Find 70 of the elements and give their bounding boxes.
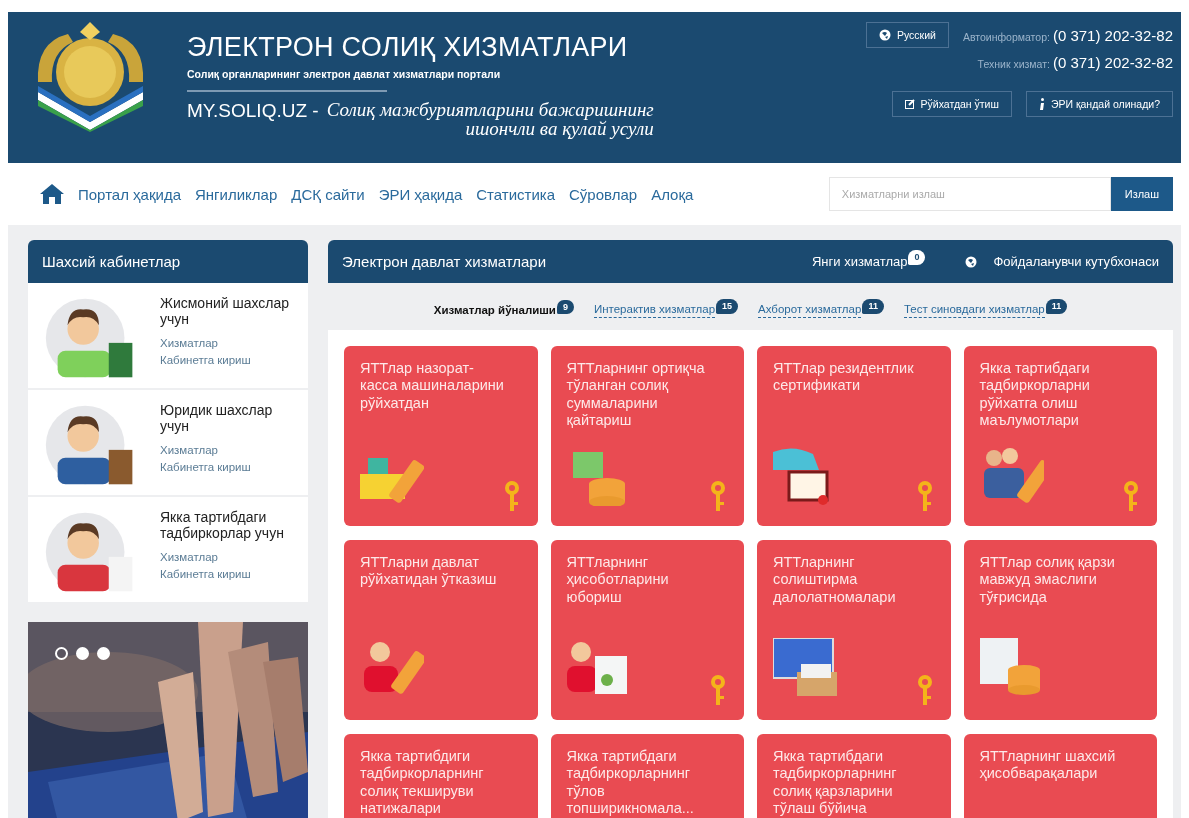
tile-title: Якка тартибдаги тадбиркорларнинг солиқ қарзларини тўлаш бўйича bbox=[773, 748, 898, 818]
contact-label: Техник хизмат: (0 371) 202-32-82 bbox=[977, 54, 1173, 71]
nav-link[interactable]: Сўровлар bbox=[569, 185, 638, 203]
cabinet-link[interactable]: Хизматлар bbox=[160, 442, 300, 459]
site-address: MY.SOLIQ.UZ - bbox=[187, 100, 319, 122]
service-tile[interactable]: Якка тартибдаги тадбиркорларнинг тўлов топширикномала... bbox=[550, 734, 744, 818]
tile-title: ЯТТлар назорат-касса машиналарини рўйхатдан bbox=[360, 360, 505, 413]
cabinet-link[interactable]: Кабинетга кириш bbox=[160, 351, 300, 369]
tile-title: ЯТТлар резидентлик сертификати bbox=[773, 360, 915, 395]
service-tab[interactable]: Хизматлар йўналиши bbox=[433, 303, 556, 318]
count-badge: 0 bbox=[908, 250, 926, 265]
tile-title: Якка тартибдиги тадбиркорларнинг солиқ текшируви натижалари bbox=[360, 748, 485, 818]
service-tile[interactable]: ЯТТларнинг ортиқча тўланган солиқ суммаларини қайтариш bbox=[550, 346, 744, 526]
info-icon bbox=[1038, 98, 1045, 110]
language-button[interactable]: Русский bbox=[865, 22, 949, 48]
service-tile[interactable]: ЯТТларнинг ҳисоботларини юбориш bbox=[550, 540, 744, 720]
service-tile[interactable]: ЯТТларнинг шахсий ҳисобварақалари bbox=[963, 734, 1157, 818]
service-tab[interactable]: Интерактив хизматлар bbox=[593, 303, 716, 318]
service-tile[interactable]: Якка тартибдиги тадбиркорларнинг солиқ текшируви натижалари bbox=[344, 734, 538, 818]
panel-title: Шахсий кабинетлар bbox=[42, 253, 181, 270]
tile-title: ЯТТларни давлат рўйхатидан ўтказиш bbox=[360, 554, 498, 589]
count-badge: 11 bbox=[1045, 299, 1068, 314]
nav-link[interactable]: ЭРИ ҳақида bbox=[378, 185, 463, 203]
contact-label: Автоинформатор: (0 371) 202-32-82 bbox=[962, 26, 1173, 44]
panel-title: Электрон давлат хизматлари bbox=[342, 253, 547, 270]
nav-link[interactable]: Статистика bbox=[476, 185, 556, 203]
tile-title: ЯТТларнинг шахсий ҳисобварақалари bbox=[979, 748, 1117, 783]
service-tab[interactable]: Ахборот хизматлар bbox=[758, 303, 862, 318]
globe-icon bbox=[878, 29, 891, 41]
service-tab[interactable]: Тест синовдаги хизматлар bbox=[903, 303, 1045, 318]
globe-icon bbox=[965, 255, 978, 268]
nav-link[interactable]: Портал ҳақида bbox=[78, 185, 181, 203]
site-subtitle: Солиқ органларининг электрон давлат хизматлари портали bbox=[187, 68, 501, 80]
nav-link[interactable]: Алоқа bbox=[651, 185, 694, 203]
cabinet-link[interactable]: Кабинетга кириш bbox=[160, 458, 300, 476]
tile-title: Якка тартибдаги тадбиркорларни рўйхатга олиш маълумотлари bbox=[979, 360, 1091, 430]
service-tile[interactable]: ЯТТларни давлат рўйхатидан ўтказиш bbox=[344, 540, 538, 720]
header-button[interactable]: Рўйхатдан ўтиш bbox=[891, 91, 1012, 117]
slide-dot[interactable] bbox=[55, 647, 68, 660]
cabinet-link[interactable]: Кабинетга кириш bbox=[160, 565, 300, 583]
library-link[interactable]: Фойдаланувчи кутубхонаси bbox=[993, 254, 1159, 269]
new-services-link[interactable]: Янги хизматлар bbox=[811, 254, 908, 269]
tile-title: ЯТТларнинг солиштирма далолатномалари bbox=[773, 554, 897, 607]
service-tile[interactable]: ЯТТлар солиқ қарзи мавжуд эмаслиги тўғрисида bbox=[963, 540, 1157, 720]
count-badge: 9 bbox=[556, 299, 574, 315]
site-title: ЭЛЕКТРОН СОЛИҚ ХИЗМАТЛАРИ bbox=[187, 32, 629, 63]
cabinet-link[interactable]: Хизматлар bbox=[160, 335, 300, 352]
search-field[interactable]: Хизматларни излаш bbox=[828, 177, 1111, 211]
service-tile[interactable]: ЯТТларнинг солиштирма далолатномалари bbox=[757, 540, 951, 720]
cabinet-link[interactable]: Хизматлар bbox=[160, 549, 300, 566]
service-tile[interactable]: ЯТТлар резидентлик сертификати bbox=[757, 346, 951, 526]
service-tile[interactable]: ЯТТлар назорат-касса машиналарини рўйхатдан bbox=[344, 346, 538, 526]
nav-link[interactable]: Янгиликлар bbox=[195, 185, 278, 203]
cabinet-title: Жисмоний шахслар учун bbox=[160, 295, 291, 328]
count-badge: 11 bbox=[862, 299, 884, 314]
edit-icon bbox=[904, 99, 915, 109]
nav-link[interactable]: ДСҚ сайти bbox=[291, 185, 365, 203]
cabinet-title: Якка тартибдаги тадбиркорлар учун bbox=[160, 509, 285, 542]
slogan: Солиқ мажбуриятларини бажаришнинг ишончли ва қулай усули bbox=[326, 100, 654, 138]
cabinet-title: Юридик шахслар учун bbox=[160, 402, 274, 435]
home-icon[interactable] bbox=[40, 184, 64, 204]
count-badge: 15 bbox=[716, 299, 739, 314]
service-tile[interactable]: Якка тартибдаги тадбиркорларнинг солиқ қарзларини тўлаш бўйича bbox=[757, 734, 951, 818]
tile-title: Якка тартибдаги тадбиркорларнинг тўлов топширикномала... bbox=[566, 748, 695, 818]
header-button[interactable]: ЭРИ қандай олинади? bbox=[1025, 91, 1173, 117]
search-button[interactable]: Излаш bbox=[1110, 177, 1173, 211]
service-tile[interactable]: Якка тартибдаги тадбиркорларни рўйхатга олиш маълумотлари bbox=[963, 346, 1157, 526]
tile-title: ЯТТларнинг ортиқча тўланган солиқ суммаларини қайтариш bbox=[566, 360, 706, 430]
tile-title: ЯТТларнинг ҳисоботларини юбориш bbox=[566, 554, 670, 607]
tile-title: ЯТТлар солиқ қарзи мавжуд эмаслиги тўғрисида bbox=[979, 554, 1116, 607]
